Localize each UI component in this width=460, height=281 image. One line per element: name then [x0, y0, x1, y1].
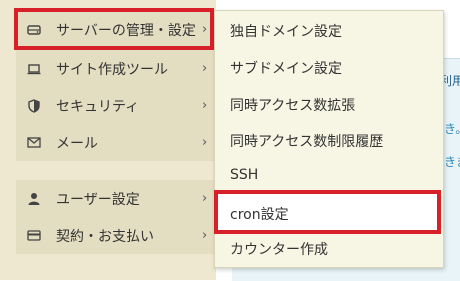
sidebar-item-mail[interactable]: メール › [16, 124, 216, 161]
submenu-item-concurrent-access-expand[interactable]: 同時アクセス数拡張 [230, 95, 355, 115]
submenu-item-subdomain-settings[interactable]: サブドメイン設定 [230, 58, 342, 78]
submenu-item-ssh[interactable]: SSH [230, 167, 258, 183]
mail-icon [26, 137, 42, 148]
credit-card-icon [26, 230, 42, 241]
user-icon [26, 192, 42, 206]
submenu-item-concurrent-access-history[interactable]: 同時アクセス数制限履歴 [230, 131, 383, 151]
shield-icon [26, 98, 42, 113]
submenu-item-cron-settings[interactable]: cron設定 [230, 204, 289, 224]
sidebar-item-user-settings[interactable]: ユーザー設定 › [16, 180, 216, 217]
sidebar-item-site-tools[interactable]: サイト作成ツール › [16, 50, 216, 87]
sidebar-item-label: 契約・お支払い [56, 228, 154, 245]
sidebar-divider [16, 163, 216, 180]
submenu-item-counter-create[interactable]: カウンター作成 [230, 239, 328, 259]
laptop-icon [26, 63, 42, 75]
sidebar-item-label: サイト作成ツール [56, 61, 168, 78]
highlight-box-server-settings [14, 8, 214, 50]
sidebar-item-security[interactable]: セキュリティ › [16, 87, 216, 124]
sidebar-item-label: メール [56, 135, 98, 152]
sidebar-item-label: ユーザー設定 [56, 191, 140, 208]
content-text-fragment-2: きま [444, 155, 460, 169]
submenu-item-domain-settings[interactable]: 独自ドメイン設定 [230, 21, 342, 41]
sidebar-item-label: セキュリティ [56, 98, 140, 115]
content-text-fragment-1: き。 [444, 122, 460, 136]
sidebar-item-contract-payment[interactable]: 契約・お支払い › [16, 217, 216, 254]
